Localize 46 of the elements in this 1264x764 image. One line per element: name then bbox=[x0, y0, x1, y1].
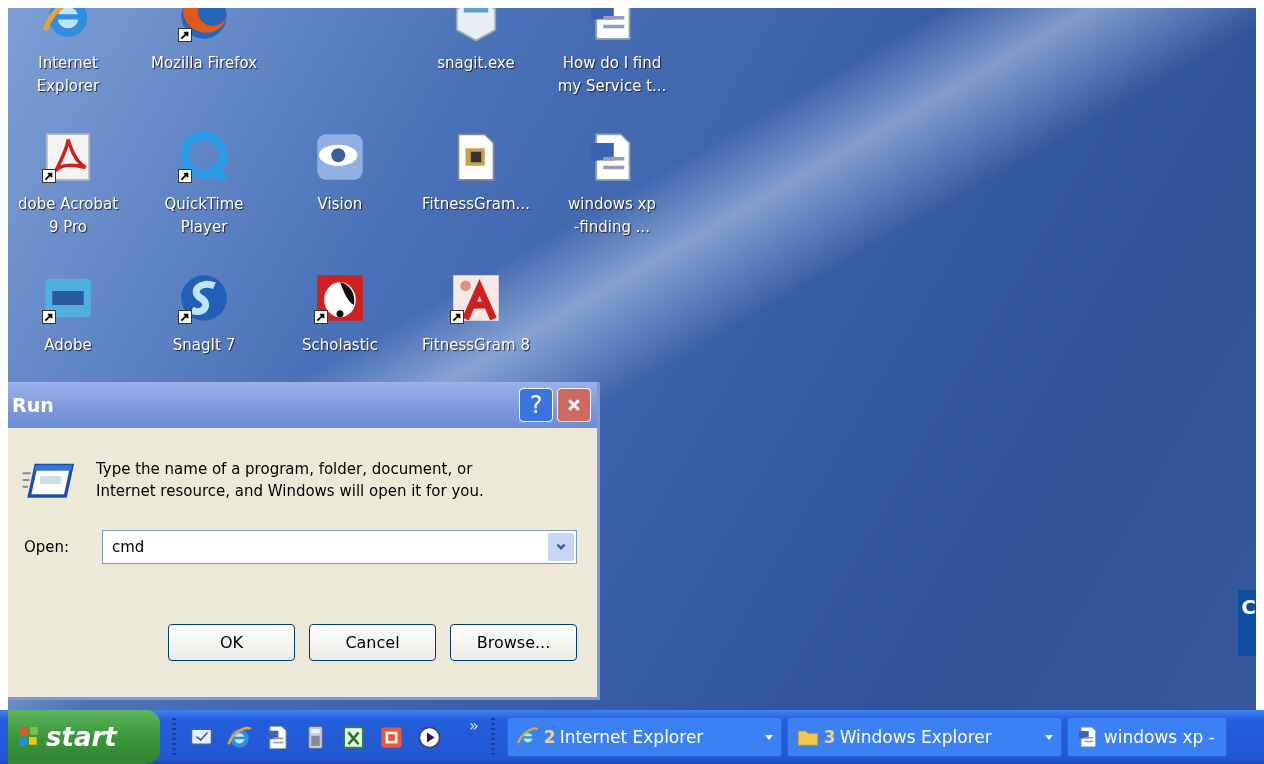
shortcut-arrow-icon bbox=[178, 310, 192, 324]
icon-label[interactable]: Adobe bbox=[44, 334, 92, 357]
dialog-button[interactable]: Browse... bbox=[450, 624, 577, 661]
icon-label[interactable]: snagit.exe bbox=[437, 52, 515, 75]
close-icon bbox=[566, 397, 582, 413]
more-chevron[interactable]: » bbox=[469, 716, 479, 735]
dialog-button[interactable]: Cancel bbox=[309, 624, 436, 661]
edge-panel: C bbox=[1238, 590, 1256, 656]
icon-label[interactable]: SnagIt 7 bbox=[172, 334, 236, 357]
icon-label[interactable]: Vision bbox=[317, 193, 363, 216]
window-count: 2 bbox=[543, 727, 556, 747]
help-button[interactable]: ? bbox=[519, 388, 553, 422]
taskbar-button[interactable]: 2 Internet Explorer bbox=[506, 717, 782, 757]
instruction-text: Type the name of a program, folder, document, or Internet resource, and Windows will open it for you. bbox=[96, 459, 485, 502]
caret-icon bbox=[1044, 734, 1053, 740]
shortcut-arrow-icon bbox=[42, 169, 56, 183]
open-combobox[interactable]: cmd bbox=[102, 530, 577, 564]
window-title: Run bbox=[12, 394, 55, 416]
icon-label[interactable]: How do I find my Service t... bbox=[557, 52, 667, 98]
task-label: windows xp - bbox=[1103, 727, 1216, 747]
icon-label[interactable]: QuickTime Player bbox=[164, 193, 244, 239]
window-count: 3 bbox=[823, 727, 836, 747]
taskbar-button[interactable]: 3 Windows Explorer bbox=[786, 717, 1062, 757]
icon-label[interactable]: windows xp -finding ... bbox=[568, 193, 656, 239]
dialog-button[interactable]: OK bbox=[168, 624, 295, 661]
shortcut-arrow-icon bbox=[314, 310, 328, 324]
shortcut-arrow-icon bbox=[42, 310, 56, 324]
caret-icon bbox=[764, 734, 773, 740]
globe-icon bbox=[515, 725, 540, 749]
shortcut-arrow-icon bbox=[450, 310, 464, 324]
icon-label[interactable]: Internet Explorer bbox=[36, 52, 100, 98]
dropdown-button[interactable] bbox=[548, 533, 574, 561]
close-button[interactable] bbox=[557, 388, 591, 422]
icon-label[interactable]: Mozilla Firefox bbox=[150, 52, 258, 75]
shortcut-arrow-icon bbox=[178, 28, 192, 42]
shortcut-arrow-icon bbox=[178, 169, 192, 183]
task-label: Windows Explorer bbox=[839, 727, 993, 747]
icon-label[interactable]: dobe Acrobat 9 Pro bbox=[17, 193, 119, 239]
icon-label[interactable]: Scholastic bbox=[302, 334, 378, 357]
icon-label[interactable]: FitnessGram... bbox=[422, 193, 530, 216]
taskbar-button[interactable]: windows xp - bbox=[1066, 717, 1227, 757]
task-label: Internet Explorer bbox=[559, 727, 705, 747]
windows-flag-icon bbox=[18, 726, 40, 748]
start-button[interactable]: start bbox=[8, 710, 160, 764]
open-label: Open: bbox=[23, 538, 71, 556]
icon-label[interactable]: FitnessGram 8 bbox=[422, 334, 530, 357]
